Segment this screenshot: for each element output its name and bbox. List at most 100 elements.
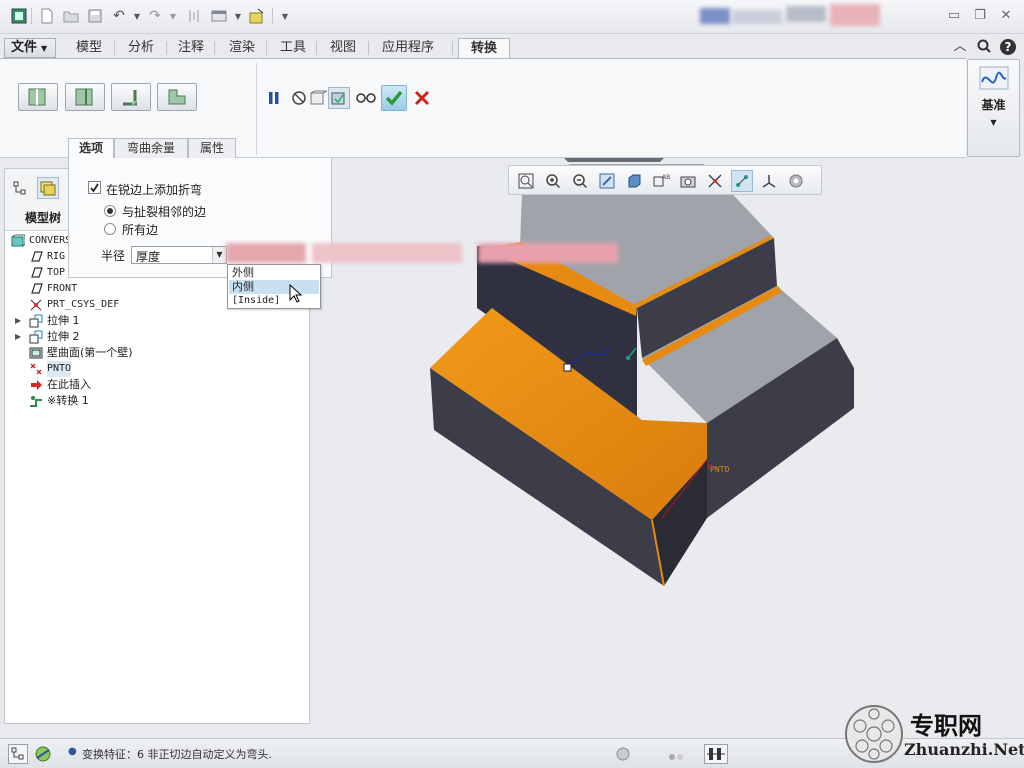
no-preview-icon[interactable]: [289, 87, 309, 109]
close-window-icon[interactable]: [248, 7, 266, 25]
restore-icon[interactable]: ❐: [972, 8, 988, 24]
refit-icon[interactable]: [515, 170, 537, 192]
tree-item-label: 壁曲面(第一个壁): [47, 346, 133, 359]
datum-curve-icon: [979, 66, 1009, 90]
subtab-bend-allowance[interactable]: 弯曲余量: [114, 138, 188, 158]
datum-button[interactable]: 基准 ▼: [967, 59, 1020, 157]
point-display-icon[interactable]: [731, 170, 753, 192]
csys-origin-marker: [563, 363, 572, 372]
tree-insert-here-item[interactable]: 在此插入: [5, 377, 305, 393]
tree-expand-icon[interactable]: ▶: [15, 313, 21, 329]
tree-item-label: RIG: [47, 251, 66, 262]
tab-annotate[interactable]: 注释: [170, 38, 212, 58]
svg-text:AB: AB: [662, 174, 670, 181]
menu-bar: 文件 ▼ 模型 分析 注释 渲染 工具 视图 应用程序 转换: [0, 37, 968, 59]
zoom-in-icon[interactable]: [542, 170, 564, 192]
dropdown-option-inside[interactable]: [Inside]: [229, 294, 319, 308]
datum-dropdown-icon: ▼: [990, 118, 997, 127]
tab-tools[interactable]: 工具: [272, 38, 314, 58]
radius-select[interactable]: 厚度 ▼: [131, 246, 227, 264]
status-tree-toggle-icon[interactable]: [8, 744, 28, 764]
radio-all-edges[interactable]: [104, 223, 116, 235]
app-logo-icon: [10, 7, 28, 25]
tab-conversion[interactable]: 转换: [458, 38, 510, 58]
tree-extrude-2-item[interactable]: ▶ 拉伸 2: [5, 329, 305, 345]
conversion-icon: [29, 394, 43, 408]
datum-label: 基准: [981, 98, 1006, 112]
dropdown-option-inner[interactable]: 内侧: [229, 280, 319, 294]
help-icon[interactable]: ?: [1000, 39, 1016, 55]
preview-frame-icon[interactable]: [308, 87, 328, 109]
add-bends-checkbox[interactable]: [88, 181, 101, 194]
blurred-redaction: [226, 243, 306, 263]
status-message: 变换特征：6 非正切边自动定义为弯头.: [82, 748, 272, 761]
tree-item-label: PRT_CSYS_DEF: [47, 299, 120, 310]
rip-connect-button[interactable]: [65, 83, 105, 111]
csys-icon: [29, 298, 43, 312]
tab-model[interactable]: 模型: [66, 38, 112, 58]
tree-item-label: ※转换 1: [47, 394, 89, 407]
tree-wall-item[interactable]: 壁曲面(第一个壁): [5, 345, 305, 361]
radius-dropdown-icon[interactable]: ▼: [212, 247, 226, 263]
watermark-ball-icon: [845, 705, 903, 763]
annotation-display-icon[interactable]: [785, 170, 807, 192]
folder-browser-tab-icon[interactable]: [37, 177, 59, 199]
watermark-en-text: Zhuanzhi.Net: [904, 740, 1024, 759]
save-icon[interactable]: [86, 7, 104, 25]
datum-plane-icon: [29, 266, 43, 280]
dropdown-option-outer[interactable]: 外侧: [229, 266, 319, 280]
verify-preview-icon[interactable]: [328, 87, 350, 109]
datum-display-icon[interactable]: [704, 170, 726, 192]
watermark: 专职网 Zhuanzhi.Net: [844, 704, 1024, 764]
radio-all-label: 所有边: [122, 223, 159, 237]
bend-button[interactable]: [111, 83, 151, 111]
cancel-x-button[interactable]: [412, 87, 432, 109]
title-bar: ↶ ▼ ↷ ▼ ▼ ▼ ▭ ❐ ✕: [0, 0, 1024, 34]
status-browser-toggle-icon[interactable]: [33, 744, 53, 764]
customize-toolbar-icon[interactable]: ▼: [276, 7, 294, 25]
saved-orientation-icon[interactable]: AB: [650, 170, 672, 192]
tree-extrude-1-item[interactable]: ▶ 拉伸 1: [5, 313, 305, 329]
glasses-preview-icon[interactable]: [354, 87, 378, 109]
apply-check-button[interactable]: [381, 85, 407, 111]
corner-relief-button[interactable]: [157, 83, 197, 111]
csys-display-icon[interactable]: [758, 170, 780, 192]
regenerate-icon[interactable]: [185, 7, 203, 25]
display-style-icon[interactable]: [623, 170, 645, 192]
subtab-options[interactable]: 选项: [68, 138, 114, 158]
windows-icon[interactable]: [210, 7, 228, 25]
edge-rip-button[interactable]: [18, 83, 58, 111]
file-menu[interactable]: 文件 ▼: [4, 38, 56, 58]
undo-icon[interactable]: ↶: [110, 7, 128, 25]
extrude-icon: [29, 314, 43, 328]
redo-icon[interactable]: ↷: [146, 7, 164, 25]
radio-adjacent-edges[interactable]: [104, 205, 116, 217]
tree-pnto-item[interactable]: PNTO: [5, 361, 305, 377]
minimize-icon[interactable]: ▭: [946, 8, 962, 24]
close-icon[interactable]: ✕: [998, 8, 1014, 24]
model-tree-tab-icon[interactable]: [9, 177, 31, 199]
view-manager-icon[interactable]: [677, 170, 699, 192]
collapse-ribbon-icon[interactable]: ︿: [952, 39, 968, 55]
repaint-icon[interactable]: [596, 170, 618, 192]
redo-dropdown-icon[interactable]: ▼: [164, 7, 182, 25]
insert-arrow-icon: [29, 378, 43, 392]
tab-view[interactable]: 视图: [322, 38, 364, 58]
tree-expand-icon[interactable]: ▶: [15, 329, 21, 345]
zoom-out-icon[interactable]: [569, 170, 591, 192]
tab-applications[interactable]: 应用程序: [374, 38, 442, 58]
undo-dropdown-icon[interactable]: ▼: [128, 7, 146, 25]
tab-render[interactable]: 渲染: [220, 38, 264, 58]
subtab-properties[interactable]: 属性: [188, 138, 236, 158]
search-icon[interactable]: [976, 39, 992, 55]
pause-icon[interactable]: [264, 87, 284, 109]
status-selection-filter-icon[interactable]: [704, 744, 728, 764]
status-regen-icon[interactable]: [614, 745, 632, 763]
new-file-icon[interactable]: [38, 7, 56, 25]
tree-conversion-1-item[interactable]: ※转换 1: [5, 393, 305, 409]
windows-dropdown-icon[interactable]: ▼: [229, 7, 247, 25]
open-folder-icon[interactable]: [62, 7, 80, 25]
tab-analysis[interactable]: 分析: [118, 38, 164, 58]
tree-item-label: 拉伸 1: [47, 314, 80, 327]
pnto-point-label: PNTO: [710, 465, 729, 474]
